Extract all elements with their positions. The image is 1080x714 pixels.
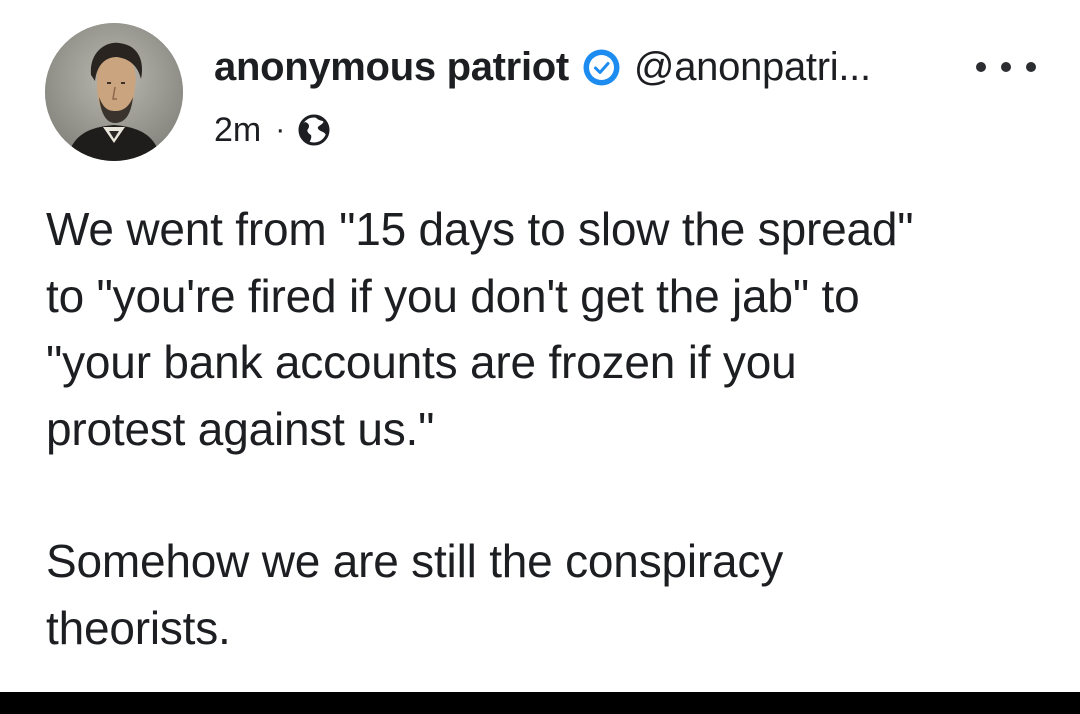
avatar[interactable] bbox=[45, 23, 183, 161]
post-meta: 2m · bbox=[214, 108, 331, 152]
post-paragraph-2: Somehow we are still the conspiracy theo… bbox=[46, 535, 783, 654]
author-row: anonymous patriot @anonpatri... bbox=[214, 42, 871, 92]
avatar-portrait-image bbox=[45, 23, 183, 161]
more-options-button[interactable] bbox=[976, 52, 1036, 82]
post-timestamp[interactable]: 2m bbox=[214, 111, 261, 150]
author-handle[interactable]: @anonpatri... bbox=[634, 45, 871, 90]
globe-icon bbox=[297, 113, 331, 147]
post-card: anonymous patriot @anonpatri... 2m · We … bbox=[0, 0, 1080, 692]
author-name[interactable]: anonymous patriot bbox=[214, 45, 569, 90]
more-horizontal-icon-dot bbox=[976, 62, 986, 72]
more-horizontal-icon-dot bbox=[1026, 62, 1036, 72]
post-text: We went from "15 days to slow the spread… bbox=[46, 196, 1056, 661]
more-horizontal-icon-dot bbox=[1001, 62, 1011, 72]
meta-separator: · bbox=[275, 113, 286, 146]
post-paragraph-1: We went from "15 days to slow the spread… bbox=[46, 203, 914, 455]
screen-bottom-bar bbox=[0, 692, 1080, 714]
verified-check-icon bbox=[583, 49, 620, 86]
